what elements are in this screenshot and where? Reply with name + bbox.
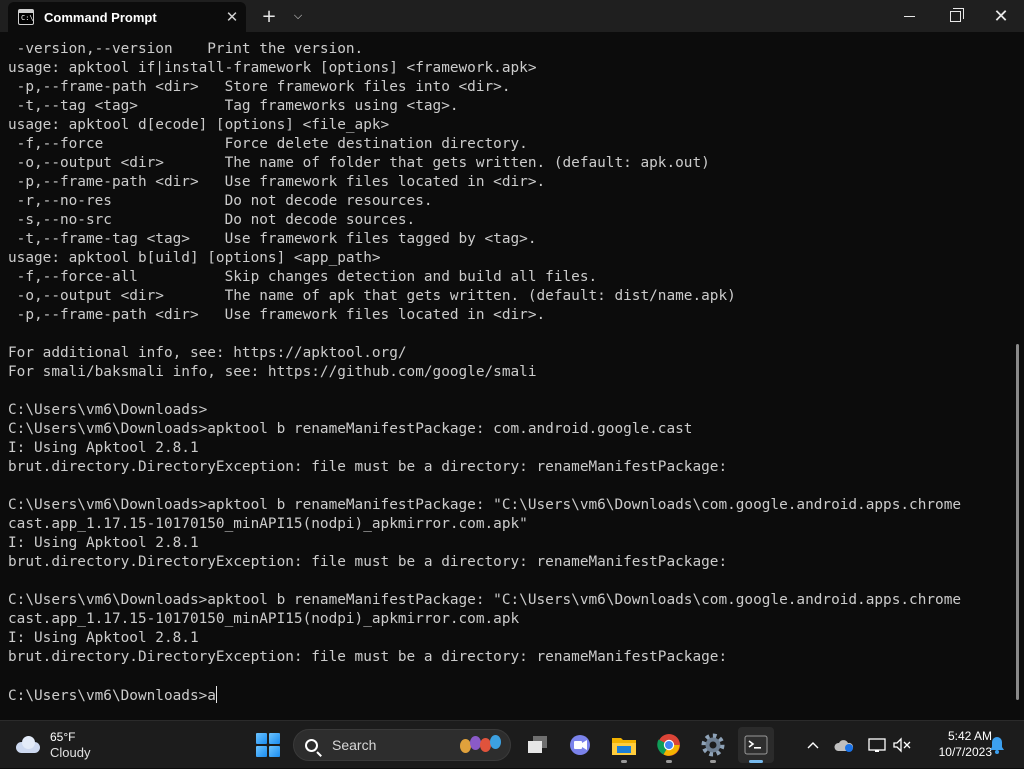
terminal-line: brut.directory.DirectoryException: file … — [8, 554, 728, 570]
chrome-icon — [657, 734, 680, 756]
weather-widget[interactable]: 65°F Cloudy — [14, 727, 90, 763]
task-view-button[interactable] — [520, 727, 556, 763]
terminal-line: -p,--frame-path <dir> Use framework file… — [8, 307, 546, 323]
settings-button[interactable] — [695, 727, 731, 763]
teams-chat-button[interactable] — [562, 727, 598, 763]
terminal-line: -o,--output <dir> The name of apk that g… — [8, 288, 736, 304]
terminal-button[interactable] — [738, 727, 774, 763]
search-icon — [305, 738, 318, 752]
terminal-line: -version,--version Print the version. — [8, 41, 364, 57]
terminal-line: -t,--frame-tag <tag> Use framework files… — [8, 231, 537, 247]
notifications-button[interactable] — [986, 721, 1008, 769]
close-window-button[interactable]: ✕ — [978, 0, 1024, 32]
balloon-icon — [490, 735, 501, 749]
terminal-line: cast.app_1.17.15-10170150_minAPI15(nodpi… — [8, 611, 520, 627]
show-hidden-icons-button[interactable] — [802, 721, 824, 769]
terminal-line: brut.directory.DirectoryException: file … — [8, 649, 728, 665]
terminal-output[interactable]: -version,--version Print the version. usa… — [8, 40, 1008, 716]
text-cursor — [215, 686, 217, 703]
terminal-line: -r,--no-res Do not decode resources. — [8, 193, 433, 209]
running-indicator — [621, 760, 627, 763]
terminal-line: For additional info, see: https://apktoo… — [8, 345, 407, 361]
title-bar[interactable]: C:\ Command Prompt ✕ + ⌵ ✕ — [0, 0, 1024, 32]
windows-logo-tile — [269, 733, 280, 744]
terminal-line: I: Using Apktool 2.8.1 — [8, 630, 199, 646]
volume-muted-icon — [893, 737, 911, 753]
tab-command-prompt[interactable]: C:\ Command Prompt ✕ — [8, 2, 246, 32]
command-prompt-window: C:\ Command Prompt ✕ + ⌵ ✕ -version,--ve… — [0, 0, 1024, 720]
network-tray-button[interactable] — [865, 721, 889, 769]
terminal-line: C:\Users\vm6\Downloads> — [8, 402, 208, 418]
task-view-icon — [528, 736, 547, 753]
minimize-icon — [903, 15, 915, 17]
terminal-line: C:\Users\vm6\Downloads>apktool b renameM… — [8, 421, 693, 437]
system-clock[interactable]: 5:42 AM 10/7/2023 — [918, 728, 992, 760]
terminal-line: brut.directory.DirectoryException: file … — [8, 459, 728, 475]
terminal-line: -p,--frame-path <dir> Use framework file… — [8, 174, 546, 190]
active-indicator — [749, 760, 763, 763]
terminal-line: -s,--no-src Do not decode sources. — [8, 212, 416, 228]
tab-icon-glyph: C:\ — [21, 14, 34, 22]
windows-logo-tile — [269, 746, 280, 757]
clock-time: 5:42 AM — [947, 729, 992, 743]
terminal-line: -f,--force-all Skip changes detection an… — [8, 269, 598, 285]
restore-button[interactable] — [932, 0, 978, 32]
chat-icon — [570, 735, 590, 755]
chrome-button[interactable] — [651, 727, 687, 763]
command-prompt-icon: C:\ — [18, 9, 34, 25]
volume-tray-button[interactable] — [891, 721, 913, 769]
running-indicator — [710, 760, 716, 763]
scrollbar[interactable] — [1016, 344, 1019, 700]
network-icon — [868, 738, 886, 752]
file-explorer-button[interactable] — [606, 727, 642, 763]
tab-title: Command Prompt — [44, 9, 157, 25]
terminal-line: -p,--frame-path <dir> Store framework fi… — [8, 79, 511, 95]
weather-temperature: 65°F — [50, 729, 76, 744]
terminal-line: -f,--force Force delete destination dire… — [8, 136, 528, 152]
command-input[interactable]: a — [207, 688, 216, 704]
terminal-line: C:\Users\vm6\Downloads>apktool b renameM… — [8, 497, 962, 513]
terminal-line: usage: apktool d[ecode] [options] <file_… — [8, 117, 390, 133]
windows-logo-tile — [256, 733, 267, 744]
terminal-line: usage: apktool if|install-framework [opt… — [8, 60, 537, 76]
terminal-line: C:\Users\vm6\Downloads>apktool b renameM… — [8, 592, 962, 608]
folder-icon — [612, 738, 636, 755]
gear-icon — [701, 733, 725, 757]
prompt: C:\Users\vm6\Downloads> — [8, 688, 208, 704]
onedrive-tray-button[interactable] — [832, 721, 856, 769]
new-tab-button[interactable]: + — [254, 0, 284, 32]
taskbar-search-box[interactable]: Search — [293, 729, 511, 761]
terminal-line: For smali/baksmali info, see: https://gi… — [8, 364, 537, 380]
terminal-line: -o,--output <dir> The name of folder tha… — [8, 155, 710, 171]
bell-icon — [990, 737, 1004, 754]
search-highlight-icon — [458, 733, 504, 757]
search-label: Search — [332, 737, 377, 753]
tab-dropdown-button[interactable]: ⌵ — [284, 0, 312, 32]
minimize-button[interactable] — [886, 0, 932, 32]
start-button[interactable] — [256, 733, 280, 757]
prompt-line[interactable]: C:\Users\vm6\Downloads>a — [8, 686, 1008, 705]
terminal-line: usage: apktool b[uild] [options] <app_pa… — [8, 250, 381, 266]
terminal-line: I: Using Apktool 2.8.1 — [8, 440, 199, 456]
terminal-line: cast.app_1.17.15-10170150_minAPI15(nodpi… — [8, 516, 528, 532]
weather-description: Cloudy — [50, 744, 91, 760]
cloud-icon — [14, 736, 42, 754]
taskbar: 65°F Cloudy Search 5:42 AM 10/7/2023 — [0, 720, 1024, 768]
chevron-up-icon — [807, 742, 819, 749]
tab-close-icon[interactable]: ✕ — [218, 8, 246, 26]
clock-date: 10/7/2023 — [938, 745, 992, 759]
terminal-icon — [744, 735, 768, 755]
terminal-line: -t,--tag <tag> Tag frameworks using <tag… — [8, 98, 459, 114]
running-indicator — [666, 760, 672, 763]
terminal-line: I: Using Apktool 2.8.1 — [8, 535, 199, 551]
cloud-sync-icon — [834, 740, 854, 752]
restore-icon — [949, 7, 964, 22]
terminal-lines: -version,--version Print the version. usa… — [8, 40, 1008, 686]
windows-logo-tile — [256, 746, 267, 757]
